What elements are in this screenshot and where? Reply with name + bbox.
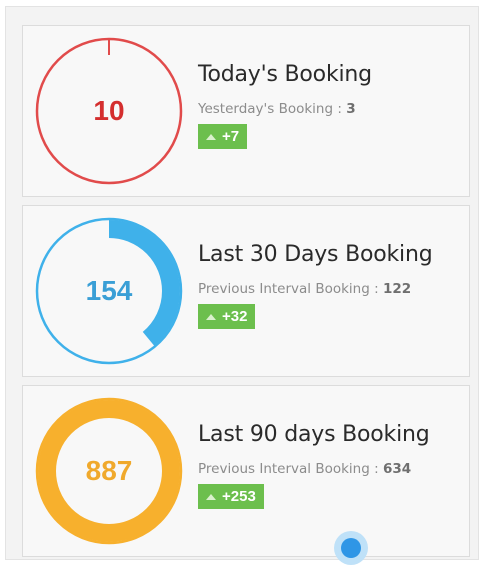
card-info: Last 30 Days Booking Previous Interval B… (198, 242, 463, 329)
gauge-value: 10 (93, 95, 125, 126)
previous-value: 122 (382, 281, 412, 297)
gauge-value: 887 (85, 455, 133, 486)
triangle-up-icon (206, 313, 216, 320)
triangle-up-icon (206, 493, 216, 500)
change-badge: +7 (198, 124, 248, 149)
last-30-days-booking-card: 154 Last 30 Days Booking Previous Interv… (22, 205, 470, 377)
previous-value: 3 (346, 101, 356, 117)
gauge-value: 154 (85, 275, 133, 306)
card-title: Today's Booking (198, 62, 372, 87)
card-title: Last 30 Days Booking (198, 242, 433, 267)
previous-label: Previous Interval Booking : (198, 281, 379, 297)
previous-booking: Yesterday's Booking : 3 (198, 101, 463, 117)
previous-label: Previous Interval Booking : (198, 461, 379, 477)
booking-stats-panel: 10 Today's Booking Yesterday's Booking :… (5, 6, 479, 560)
triangle-up-icon (206, 133, 216, 140)
booking-gauge: 154 (33, 215, 185, 367)
card-info: Today's Booking Yesterday's Booking : 3 … (198, 62, 463, 149)
todays-booking-card: 10 Today's Booking Yesterday's Booking :… (22, 25, 470, 197)
card-title: Last 90 days Booking (198, 422, 430, 447)
last-90-days-booking-card: 887 Last 90 days Booking Previous Interv… (22, 385, 470, 557)
change-value: +32 (222, 308, 248, 325)
change-value: +7 (222, 128, 240, 145)
booking-gauge: 887 (33, 395, 185, 547)
change-badge: +253 (198, 484, 264, 509)
change-value: +253 (222, 488, 256, 505)
previous-label: Yesterday's Booking : (198, 101, 342, 117)
change-badge: +32 (198, 304, 256, 329)
card-info: Last 90 days Booking Previous Interval B… (198, 422, 463, 509)
booking-gauge: 10 (33, 35, 185, 187)
previous-booking: Previous Interval Booking : 122 (198, 281, 463, 297)
previous-value: 634 (382, 461, 412, 477)
previous-booking: Previous Interval Booking : 634 (198, 461, 463, 477)
